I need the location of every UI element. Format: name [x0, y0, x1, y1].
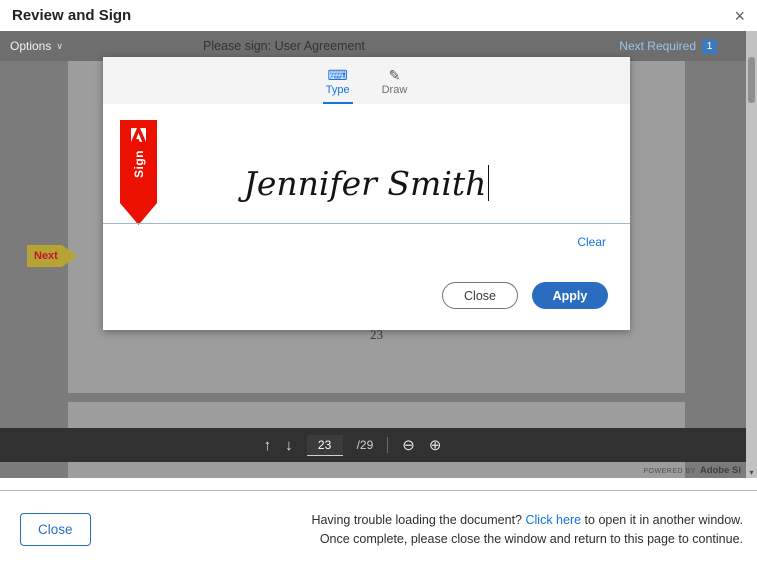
- signature-tabs: ⌨ Type ✎ Draw: [103, 57, 630, 104]
- close-icon[interactable]: ×: [734, 7, 745, 25]
- next-required-count-badge: 1: [702, 39, 717, 54]
- page-number-input[interactable]: 23: [307, 435, 343, 456]
- footer-close-button[interactable]: Close: [20, 513, 91, 546]
- review-and-sign-window: Review and Sign × Options ∨ Please sign:…: [0, 0, 757, 568]
- dialog-title: Review and Sign: [12, 7, 131, 24]
- zoom-in-button[interactable]: ⊕: [429, 438, 442, 453]
- page-up-button[interactable]: ↑: [264, 438, 272, 453]
- scrollbar-thumb[interactable]: [748, 57, 755, 103]
- signature-dialog: ⌨ Type ✎ Draw Sign Jennifer Smith Clear: [103, 57, 630, 330]
- tab-draw-label: Draw: [382, 84, 408, 96]
- options-menu[interactable]: Options ∨: [10, 31, 63, 61]
- toolbar-divider: [387, 437, 388, 453]
- text-cursor: [488, 165, 489, 201]
- adobe-logo-icon: [131, 128, 146, 142]
- next-required-label: Next Required: [619, 39, 696, 53]
- signature-input[interactable]: Jennifer Smith: [103, 164, 630, 203]
- clear-link[interactable]: Clear: [577, 235, 606, 249]
- tab-type[interactable]: ⌨ Type: [323, 57, 353, 104]
- chevron-down-icon: ∨: [56, 41, 63, 52]
- zoom-out-button[interactable]: ⊖: [402, 438, 415, 453]
- scrollbar[interactable]: ▾: [746, 31, 757, 478]
- trouble-rest-text: to open it in another window.: [585, 513, 743, 527]
- adobe-brand-label: Adobe Si: [700, 465, 741, 476]
- options-label: Options: [10, 39, 51, 53]
- page-total-label: /29: [357, 438, 374, 452]
- apply-button[interactable]: Apply: [532, 282, 608, 309]
- signature-dialog-buttons: Close Apply: [442, 282, 608, 309]
- pen-icon: ✎: [389, 68, 401, 82]
- help-text-line1: Having trouble loading the document? Cli…: [311, 511, 743, 530]
- signature-text: Jennifer Smith: [244, 164, 487, 203]
- viewer-toolbar: ↑ ↓ 23 /29 ⊖ ⊕ ›: [0, 428, 757, 462]
- next-field-tag-label: Next: [34, 250, 58, 262]
- signature-line: [103, 223, 630, 224]
- help-text: Having trouble loading the document? Cli…: [311, 511, 743, 549]
- tab-draw[interactable]: ✎ Draw: [379, 57, 411, 104]
- click-here-link[interactable]: Click here: [525, 513, 581, 527]
- powered-by-label: POWERED BY: [643, 468, 695, 475]
- scroll-down-icon[interactable]: ▾: [746, 468, 757, 477]
- keyboard-icon: ⌨: [328, 68, 348, 82]
- dialog-titlebar: Review and Sign ×: [0, 0, 757, 31]
- footer: Close Having trouble loading the documen…: [0, 490, 757, 568]
- tab-type-label: Type: [326, 84, 350, 96]
- next-required-button[interactable]: Next Required 1: [619, 31, 717, 61]
- signature-body: Sign Jennifer Smith Clear Close Apply: [103, 104, 630, 330]
- help-text-line2: Once complete, please close the window a…: [311, 530, 743, 549]
- viewer-toolbar-controls: ↑ ↓ 23 /29 ⊖ ⊕: [264, 435, 442, 456]
- page-down-button[interactable]: ↓: [285, 438, 293, 453]
- dialog-close-button[interactable]: Close: [442, 282, 518, 309]
- trouble-question-text: Having trouble loading the document?: [311, 513, 522, 527]
- powered-by-branding: POWERED BY Adobe Si: [643, 465, 741, 476]
